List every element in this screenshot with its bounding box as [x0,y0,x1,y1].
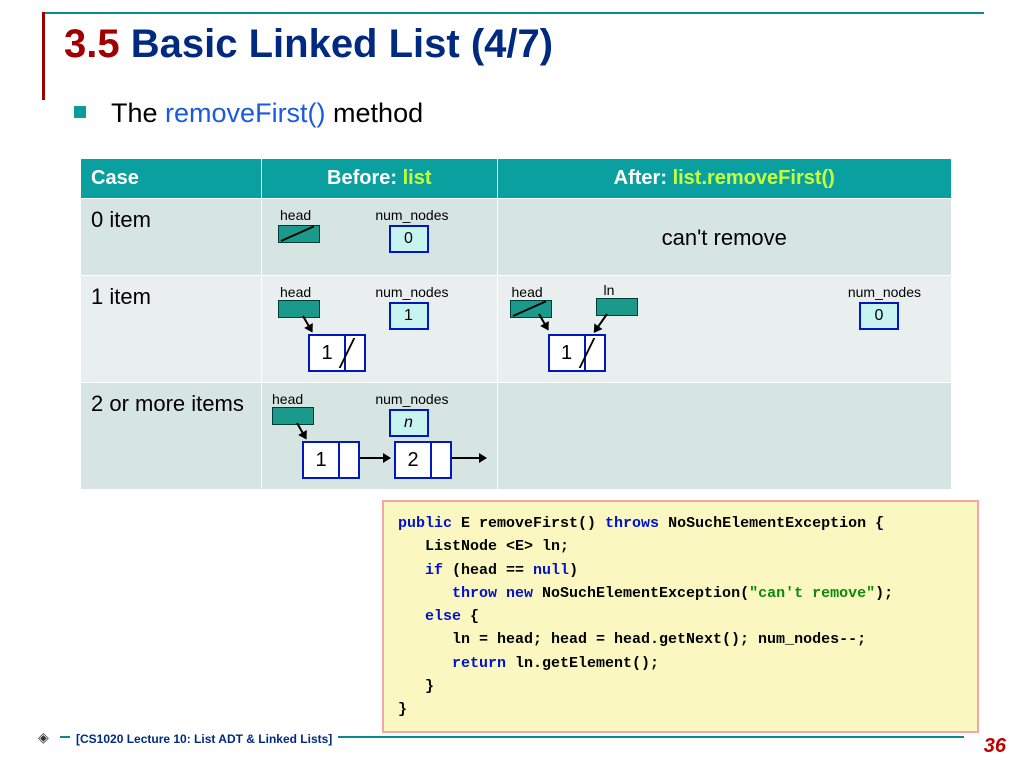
row2-after-empty [497,383,952,490]
row-label: 0 item [81,199,262,276]
numnodes-label: num_nodes [375,207,448,223]
footer-mark-icon: ◈ [38,729,49,746]
node-2: 2 [394,441,452,479]
head-label: head [272,391,303,407]
head-box [278,300,320,318]
arrow-icon [593,313,607,332]
slide-title: 3.5 Basic Linked List (4/7) [64,22,553,67]
head-label: head [280,284,311,300]
top-rule [42,12,984,14]
section-number: 3.5 [64,22,120,66]
table-header-row: Case Before: list After: list.removeFirs… [81,159,952,199]
bullet-icon [74,106,86,118]
head-label: head [280,207,311,223]
head-box [272,407,314,425]
bullet-code: removeFirst() [165,98,326,128]
accent-rule [42,12,45,100]
th-after: After: list.removeFirst() [497,159,952,199]
head-null-box [510,300,552,318]
head-null-box [278,225,320,243]
numnodes-label: num_nodes [375,391,448,407]
row1-before: head 1 num_nodes 1 [262,276,498,383]
bullet-post: method [326,98,424,128]
bullet-pre: The [111,98,165,128]
page-number: 36 [984,735,1006,758]
node-1: 1 [302,441,360,479]
code-block: public E removeFirst() throws NoSuchElem… [382,500,979,733]
title-text: Basic Linked List (4/7) [131,22,553,66]
numnodes-value: 0 [859,302,899,330]
numnodes-label: num_nodes [848,284,921,300]
row-0-item: 0 item head num_nodes 0 can't remove [81,199,952,276]
arrow-icon [360,457,390,459]
footer-text: [CS1020 Lecture 10: List ADT & Linked Li… [70,732,338,746]
row0-after: can't remove [497,199,952,276]
row-label: 2 or more items [81,383,262,490]
row2-before: head 1 2 num_nodes n [262,383,498,490]
row-1-item: 1 item head 1 num_nodes 1 head ln [81,276,952,383]
row-label: 1 item [81,276,262,383]
ln-label: ln [604,282,615,298]
numnodes-value: 0 [389,225,429,253]
arrow-icon [452,457,486,459]
null-next-icon [344,336,364,370]
ln-box [596,298,638,316]
head-label: head [512,284,543,300]
row1-after: head ln 1 num_nodes 0 [497,276,952,383]
th-case: Case [81,159,262,199]
numnodes-value: n [389,409,429,437]
node-1: 1 [308,334,366,372]
numnodes-label: num_nodes [375,284,448,300]
node-1: 1 [548,334,606,372]
cases-table: Case Before: list After: list.removeFirs… [80,158,952,490]
cant-remove-text: can't remove [508,207,942,251]
th-before: Before: list [262,159,498,199]
bullet-line: The removeFirst() method [74,98,423,129]
numnodes-value: 1 [389,302,429,330]
null-next-icon [584,336,604,370]
row-2-items: 2 or more items head 1 2 num_nodes n [81,383,952,490]
row0-before: head num_nodes 0 [262,199,498,276]
